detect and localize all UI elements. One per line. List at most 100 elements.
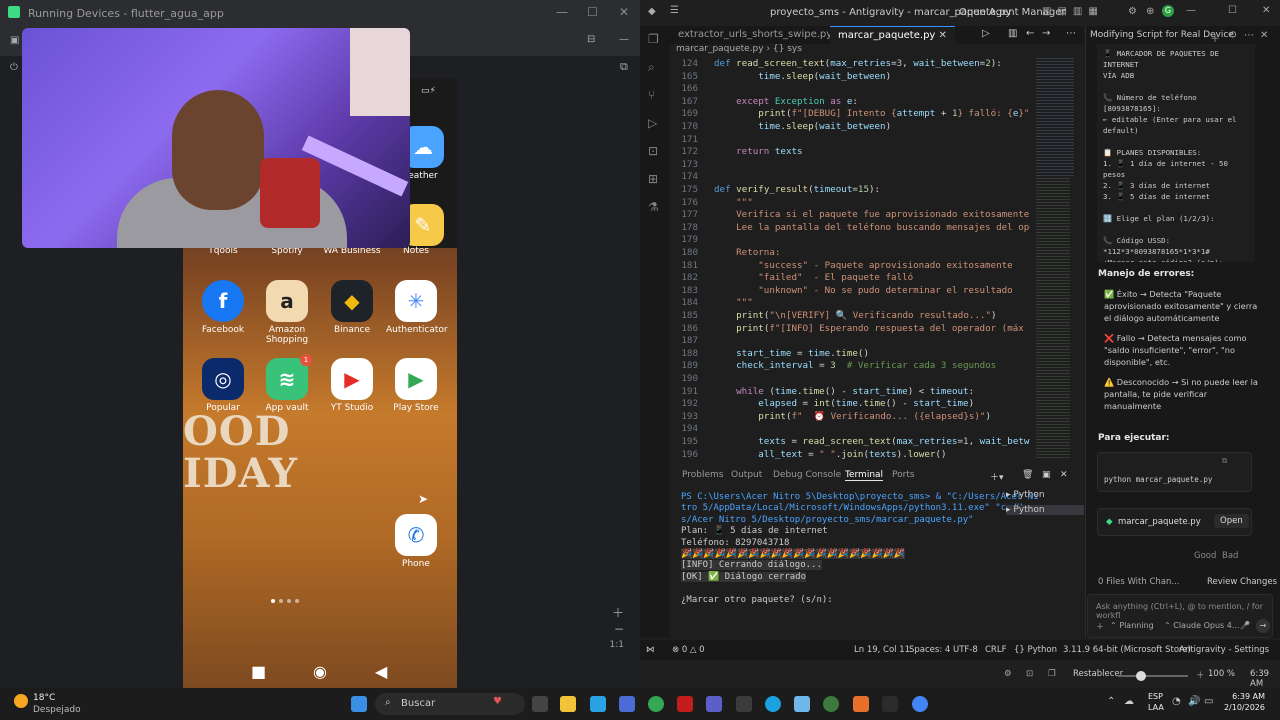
code-line[interactable]: texts = read_screen_text(max_retries=1, …: [714, 436, 1030, 447]
search-icon[interactable]: ⌕: [648, 60, 662, 74]
wifi-icon[interactable]: ◔: [1172, 696, 1181, 707]
app-icon-3[interactable]: [823, 696, 839, 712]
new-terminal-icon[interactable]: ＋▾: [990, 470, 1004, 483]
stack-icon[interactable]: ❐: [1048, 669, 1056, 679]
add-context-icon[interactable]: ＋: [1096, 621, 1104, 632]
app-popular[interactable]: ◎ Popular: [193, 358, 253, 413]
close-button[interactable]: ✕: [619, 5, 629, 19]
teams-icon[interactable]: [706, 696, 722, 712]
testing-icon[interactable]: ⚗: [648, 200, 662, 214]
close-agent-icon[interactable]: ✕: [1260, 30, 1268, 41]
tab-debug-console[interactable]: Debug Console: [773, 470, 841, 480]
power-icon[interactable]: ⏻: [10, 62, 18, 73]
maximize-button[interactable]: ☐: [1228, 5, 1237, 16]
maximize-button[interactable]: ☐: [587, 5, 598, 19]
code-line[interactable]: """: [714, 297, 753, 308]
tab-marcar-paquete[interactable]: marcar_paquete.py ✕: [830, 26, 955, 44]
more-icon[interactable]: ⋯: [1066, 28, 1076, 39]
planning-mode[interactable]: ⌃ Planning: [1110, 621, 1154, 630]
code-line[interactable]: "success" - Paquete aprovisionado exitos…: [714, 260, 1012, 271]
code-line[interactable]: def verify_result(timeout=15):: [714, 184, 880, 195]
split-editor-icon[interactable]: ▥: [1008, 28, 1017, 39]
zoom-plus[interactable]: ＋: [1196, 669, 1205, 681]
edge-icon[interactable]: [765, 696, 781, 712]
hide-panel-icon[interactable]: —: [619, 34, 629, 45]
globe-icon[interactable]: ⊕: [1146, 6, 1154, 17]
terminal-icon[interactable]: [882, 696, 898, 712]
code-line[interactable]: elapsed = int(time.time() - start_time): [714, 398, 974, 409]
app-icon-5[interactable]: [912, 696, 928, 712]
open-button[interactable]: Open: [1214, 514, 1249, 528]
clock-time[interactable]: 6:39 AM: [1217, 692, 1265, 701]
code-line[interactable]: Verifica si el paquete fue aprovisionado…: [714, 209, 1030, 220]
settings-icon[interactable]: ⚙: [1004, 669, 1012, 679]
close-button[interactable]: ✕: [1262, 5, 1270, 16]
zoom-slider[interactable]: [1118, 671, 1188, 681]
good-feedback[interactable]: Good: [1194, 551, 1216, 561]
zoom-1-1[interactable]: 1:1: [610, 640, 624, 650]
antigravity-settings[interactable]: Antigravity - Settings: [1179, 645, 1269, 655]
tab-terminal[interactable]: Terminal: [845, 470, 884, 481]
indentation[interactable]: Spaces: 4: [909, 645, 950, 655]
language-mode[interactable]: {} Python: [1014, 645, 1057, 655]
terminal-python-2[interactable]: ▸ Python: [1006, 505, 1084, 515]
code-line[interactable]: "unknown" - No se pudo determinar el res…: [714, 285, 1012, 296]
code-line[interactable]: start_time = time.time(): [714, 348, 869, 359]
run-icon[interactable]: ▷: [982, 28, 990, 39]
layout-icon[interactable]: ⊟: [587, 34, 595, 45]
code-line[interactable]: """: [714, 197, 753, 208]
app-icon-4[interactable]: [853, 696, 869, 712]
app-amazon[interactable]: a Amazon Shopping: [257, 280, 317, 345]
zoom-in-icon[interactable]: ＋: [612, 604, 624, 621]
antigravity-icon[interactable]: [736, 696, 752, 712]
windows-start-icon[interactable]: [351, 696, 367, 712]
home-button[interactable]: ◉: [313, 662, 327, 681]
tab-output[interactable]: Output: [731, 470, 762, 480]
breadcrumb[interactable]: marcar_paquete.py › {} sys: [676, 44, 802, 58]
code-line[interactable]: check_interval = 3 # Verificar cada 3 se…: [714, 360, 996, 371]
encoding[interactable]: UTF-8: [953, 645, 978, 655]
code-line[interactable]: while (time.time() - start_time) < timeo…: [714, 386, 974, 397]
lang-1[interactable]: ESP: [1148, 692, 1163, 701]
app-icon-1[interactable]: [619, 696, 635, 712]
code-line[interactable]: print(f"[INFO] Esperando respuesta del o…: [714, 323, 1030, 334]
review-changes[interactable]: Review Changes: [1207, 577, 1277, 587]
weather-icon[interactable]: [14, 694, 28, 708]
zoom-slider-thumb[interactable]: [1136, 671, 1146, 681]
lang-2[interactable]: LAA: [1148, 703, 1164, 712]
account-avatar[interactable]: G: [1162, 5, 1174, 17]
layout-icons[interactable]: ▥▤▥▦: [1042, 6, 1104, 17]
clock-date[interactable]: 2/10/2026: [1217, 703, 1265, 712]
model-select[interactable]: ⌃ Claude Opus 4...: [1164, 621, 1239, 630]
file-chip[interactable]: ◆ marcar_paquete.py Open: [1097, 508, 1252, 536]
code-line[interactable]: time.sleep(wait_between): [714, 71, 891, 82]
app-icon-2[interactable]: [794, 696, 810, 712]
python-version[interactable]: 3.11.9 64-bit (Microsoft Store): [1063, 645, 1191, 655]
chat-input[interactable]: Ask anything (Ctrl+L), @ to mention, / f…: [1087, 594, 1273, 638]
search-box[interactable]: ⌕ Buscar ♥: [375, 693, 525, 715]
remote-status-icon[interactable]: ⋈: [646, 645, 655, 655]
mic-icon[interactable]: 🎤: [1240, 621, 1250, 630]
app-app-vault[interactable]: ≋ 1 App vault: [257, 354, 317, 413]
trash-icon[interactable]: 🗑: [1022, 470, 1033, 480]
code-line[interactable]: print(f"[DEBUG] Intento {attempt + 1} fa…: [714, 108, 1029, 119]
tab-problems[interactable]: Problems: [682, 470, 723, 480]
code-line[interactable]: return texts: [714, 146, 802, 157]
app-phone[interactable]: ✆ Phone: [386, 514, 446, 569]
maximize-panel-icon[interactable]: ▣: [1042, 470, 1051, 480]
minimize-button[interactable]: —: [1186, 5, 1196, 16]
terminal-python-1[interactable]: ▸ Python: [1006, 490, 1045, 500]
vivaldi-icon[interactable]: [677, 696, 693, 712]
forward-arrow-icon[interactable]: →: [1042, 28, 1050, 39]
explorer-icon[interactable]: ❐: [648, 32, 662, 46]
minimize-button[interactable]: —: [556, 5, 568, 19]
app-authenticator[interactable]: ✳ Authenticator: [386, 280, 448, 335]
screenshot-icon[interactable]: ⧉: [620, 60, 628, 74]
more-icon[interactable]: ⋯: [1244, 30, 1254, 41]
close-tab-icon[interactable]: ✕: [939, 30, 947, 41]
app-yt-studio[interactable]: ▶ YT Studio: [322, 358, 382, 413]
restablecer-button[interactable]: Restablecer: [1073, 669, 1123, 679]
code-line[interactable]: def read_screen_text(max_retries=3, wait…: [714, 58, 1002, 69]
code-line[interactable]: Retorna:: [714, 247, 780, 258]
back-button[interactable]: ◀: [375, 662, 387, 681]
